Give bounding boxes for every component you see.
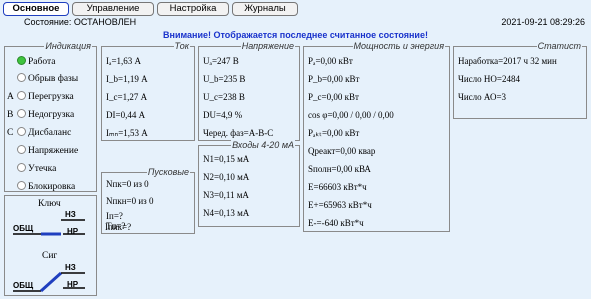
phase-sequence: Черед. фаз=A-B-C [203, 128, 274, 138]
starting-current: Iп=? [106, 211, 123, 221]
indicator-lamp-icon [17, 73, 26, 82]
power-a: Pₐ=0,00 кВт [308, 56, 353, 66]
current-imbalance: DI=0,44 А [106, 110, 146, 120]
indication-title: Индикация [44, 41, 92, 51]
active-power: Pₐₖₜ=0,00 кВт [308, 128, 360, 138]
reactive-power: Qреакт=0,00 квар [308, 146, 376, 156]
current-a: Iₐ=1,63 А [106, 56, 142, 66]
inputs-title: Входы 4-20 мА [231, 140, 295, 150]
relay-panel: Ключ НЗ ОБЩ НР Сиг НЗ ОБЩ НР [4, 195, 97, 296]
input-n1: N1=0,15 мА [203, 154, 250, 164]
power-c: P_c=0,00 кВт [308, 92, 359, 102]
emergency-stops-count: Число АО=3 [458, 92, 507, 102]
indicator-lamp-icon [17, 109, 26, 118]
indicator-lock: Блокировка [7, 181, 75, 192]
starting-title: Пусковые [146, 167, 190, 177]
energy-minus: E-=-640 кВт*ч [308, 218, 364, 228]
current-b: I_b=1,19 А [106, 74, 148, 84]
indicator-lamp-icon [17, 91, 26, 100]
starting-count-n: Nпкн=0 из 0 [106, 196, 154, 206]
voltage-c: U_c=238 В [203, 92, 245, 102]
voltage-imbalance: DU=4,9 % [203, 110, 243, 120]
starting-count: Nпк=0 из 0 [106, 179, 149, 189]
stats-title: Статист [536, 41, 582, 51]
input-n3: N3=0,11 мА [203, 190, 249, 200]
apparent-power: Sполн=0,00 кВА [308, 164, 371, 174]
power-title: Мощность и энергия [352, 41, 445, 51]
warning-message: Внимание! Отображается последнее считанн… [163, 30, 428, 40]
indicator-phase-break: Обрыв фазы [7, 73, 78, 84]
inputs-panel: Входы 4-20 мА N1=0,15 мА N2=0,10 мА N3=0… [198, 140, 300, 227]
indicator-lamp-icon [17, 163, 26, 172]
current-title: Ток [173, 41, 190, 51]
tab-main[interactable]: Основное [3, 2, 69, 16]
stats-panel: Статист Наработка=2017 ч 32 мин Число НО… [453, 41, 587, 119]
indicator-overload: A Перегрузка [7, 91, 74, 102]
sig-contact-icon [13, 271, 85, 293]
tab-control[interactable]: Управление [72, 2, 154, 16]
voltage-b: U_b=235 В [203, 74, 246, 84]
indicator-lamp-icon [17, 127, 26, 136]
normal-stops-count: Число НО=2484 [458, 74, 520, 84]
operating-time: Наработка=2017 ч 32 мин [458, 56, 557, 66]
starting-peak: Iпик=? [105, 222, 132, 232]
current-min: Iₘₙ=1,53 А [106, 128, 148, 138]
status-text: Состояние: ОСТАНОВЛЕН [24, 17, 137, 27]
voltage-title: Напряжение [240, 41, 295, 51]
tab-bar: Основное Управление Настройка Журналы [0, 0, 591, 16]
voltage-panel: Напряжение Uₐ=247 В U_b=235 В U_c=238 В … [198, 41, 300, 141]
indicator-leak: Утечка [7, 163, 56, 174]
power-panel: Мощность и энергия Pₐ=0,00 кВт P_b=0,00 … [303, 41, 450, 232]
energy-plus: E+=65963 кВт*ч [308, 200, 372, 210]
energy-total: E=66603 кВт*ч [308, 182, 367, 192]
tab-settings[interactable]: Настройка [157, 2, 229, 16]
indicator-underload: B Недогрузка [7, 109, 75, 120]
indicator-lamp-icon [17, 56, 26, 65]
input-n4: N4=0,13 мА [203, 208, 250, 218]
indicator-imbalance: C Дисбаланс [7, 127, 72, 138]
tab-logs[interactable]: Журналы [232, 2, 298, 16]
indicator-lamp-icon [17, 145, 26, 154]
indication-panel: Индикация Работа Обрыв фазы A Перегрузка … [4, 41, 97, 192]
current-panel: Ток Iₐ=1,63 А I_b=1,19 А I_c=1,27 А DI=0… [101, 41, 195, 141]
indicator-work: Работа [7, 56, 55, 67]
indicator-voltage: Напряжение [7, 145, 78, 156]
input-n2: N2=0,10 мА [203, 172, 250, 182]
cos-phi: cos φ=0,00 / 0,00 / 0,00 [308, 110, 394, 120]
indicator-lamp-icon [17, 181, 26, 190]
power-b: P_b=0,00 кВт [308, 74, 360, 84]
current-c: I_c=1,27 А [106, 92, 148, 102]
voltage-a: Uₐ=247 В [203, 56, 239, 66]
datetime: 2021-09-21 08:29:26 [501, 17, 585, 27]
